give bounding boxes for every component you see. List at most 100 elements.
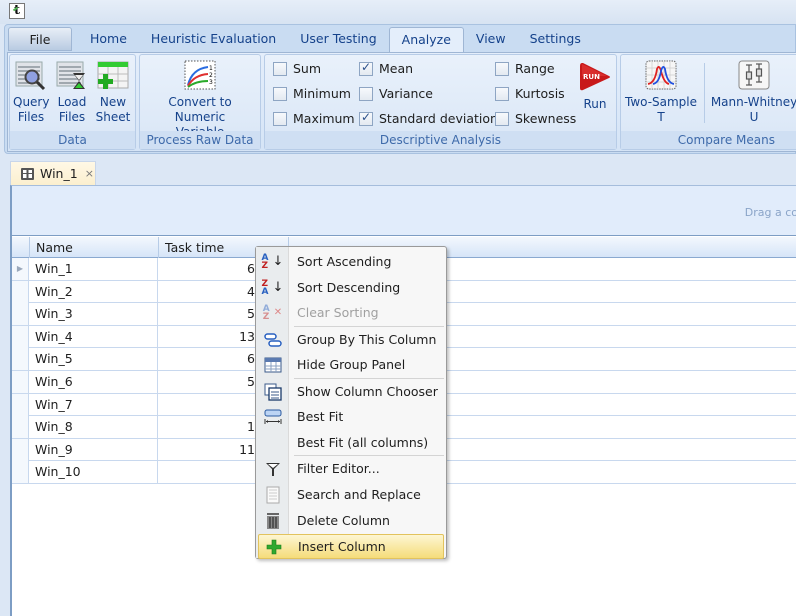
cell-task-time[interactable]: 6 <box>159 348 259 370</box>
checkbox-box[interactable] <box>495 111 509 126</box>
group-panel-icon <box>258 352 287 377</box>
cell-task-time[interactable]: 13 <box>159 326 259 348</box>
checkbox-maximum[interactable]: Maximum <box>273 111 355 126</box>
delete-column-icon <box>258 508 287 533</box>
cell-name[interactable]: Win_6 <box>30 371 158 393</box>
cell-name[interactable]: Win_5 <box>30 348 158 371</box>
load-files-button[interactable]: Load Files <box>54 59 90 125</box>
tab-home[interactable]: Home <box>78 27 139 51</box>
cell-task-time[interactable]: 1 <box>159 416 259 438</box>
document-tab-win-1[interactable]: Win_1 × <box>10 161 96 185</box>
tab-user-testing[interactable]: User Testing <box>288 27 388 51</box>
column-header-name[interactable]: Name <box>29 237 159 258</box>
cell-name[interactable]: Win_8 <box>30 416 158 439</box>
two-sample-t-button[interactable]: Two-Sample T <box>623 59 699 125</box>
row-indicator[interactable] <box>12 461 29 484</box>
tab-view[interactable]: View <box>464 27 518 51</box>
row-indicator[interactable] <box>12 348 29 371</box>
cell-task-time[interactable]: 11 <box>159 439 259 461</box>
row-indicator[interactable] <box>12 371 29 393</box>
row-indicator[interactable] <box>12 280 29 303</box>
group-divider <box>704 63 705 123</box>
cell-name[interactable]: Win_4 <box>30 325 158 348</box>
menu-item-sort-ascending[interactable]: A Z ↓ Sort Ascending <box>258 249 444 274</box>
menu-item-clear-sorting[interactable]: A Z ✕ Clear Sorting <box>258 300 444 325</box>
new-sheet-button[interactable]: New Sheet <box>94 59 132 125</box>
cell-name[interactable]: Win_10 <box>30 461 158 484</box>
query-files-button[interactable]: Query Files <box>13 59 49 125</box>
checkbox-box[interactable] <box>273 86 287 101</box>
menu-item-insert-column[interactable]: Insert Column <box>258 534 444 559</box>
cell-name[interactable]: Win_9 <box>30 438 158 461</box>
checkbox-box[interactable] <box>273 61 287 76</box>
menu-item-filter-editor[interactable]: Filter Editor... <box>258 456 444 481</box>
row-indicator[interactable]: ▶ <box>12 258 29 280</box>
tab-heuristic-evaluation[interactable]: Heuristic Evaluation <box>139 27 288 51</box>
menu-item-sort-descending[interactable]: Z A ↓ Sort Descending <box>258 275 444 300</box>
menu-item-delete-column[interactable]: Delete Column <box>258 508 444 533</box>
svg-text:1: 1 <box>209 65 213 72</box>
checkbox-standard-deviation[interactable]: Standard deviation <box>359 110 498 126</box>
menu-item-best-fit[interactable]: Best Fit <box>258 404 444 429</box>
tab-file[interactable]: File <box>8 27 72 51</box>
load-files-icon <box>56 59 88 91</box>
sort-descending-icon: Z A ↓ <box>261 278 284 297</box>
checkbox-minimum[interactable]: Minimum <box>273 86 351 101</box>
tab-analyze[interactable]: Analyze <box>388 27 464 53</box>
checkbox-mean[interactable]: Mean <box>359 60 413 76</box>
menu-item-show-column-chooser[interactable]: Show Column Chooser <box>258 379 444 404</box>
row-indicator[interactable] <box>12 416 29 439</box>
svg-text:2: 2 <box>209 72 213 79</box>
group-panel[interactable]: Drag a co <box>12 186 796 236</box>
row-indicator[interactable] <box>12 303 29 326</box>
checkbox-range[interactable]: Range <box>495 61 555 76</box>
group-compare-means: Two-Sample T Mann-Whitney U Compare Mean… <box>620 54 796 150</box>
cell-name[interactable]: Win_7 <box>30 393 158 416</box>
cell-name[interactable]: Win_3 <box>30 303 158 326</box>
new-sheet-icon <box>97 59 129 91</box>
row-indicator[interactable] <box>12 393 29 416</box>
ribbon-tabs: File Home Heuristic Evaluation User Test… <box>8 27 593 53</box>
convert-variable-icon: 1 2 3 <box>184 59 216 91</box>
mann-whitney-u-button[interactable]: Mann-Whitney U <box>709 59 796 125</box>
menu-item-search-and-replace[interactable]: Search and Replace <box>258 482 444 507</box>
cell-task-time[interactable] <box>159 394 259 416</box>
checkbox-kurtosis[interactable]: Kurtosis <box>495 86 565 101</box>
best-fit-icon <box>258 404 287 429</box>
svg-text:3: 3 <box>209 79 213 86</box>
checkbox-sum[interactable]: Sum <box>273 61 321 76</box>
tab-settings[interactable]: Settings <box>518 27 593 51</box>
cell-task-time[interactable]: 6 <box>159 258 259 280</box>
group-label-descriptive-analysis: Descriptive Analysis <box>265 131 616 149</box>
run-button[interactable]: RUN Run <box>577 61 613 112</box>
checkbox-box[interactable] <box>495 86 509 101</box>
cell-task-time[interactable]: 4 <box>159 281 259 303</box>
convert-to-numeric-button[interactable]: 1 2 3 Convert to Numeric Variable <box>142 59 258 140</box>
group-label-compare-means: Compare Means <box>621 131 796 149</box>
cell-name[interactable]: Win_2 <box>30 280 158 303</box>
clear-sorting-icon: A Z ✕ <box>262 303 283 322</box>
filter-icon <box>258 456 287 481</box>
checkbox-box[interactable] <box>359 86 373 101</box>
checkbox-box[interactable] <box>273 111 287 126</box>
cell-name[interactable]: Win_1 <box>30 258 158 280</box>
insert-column-icon <box>259 534 288 559</box>
group-panel-hint: Drag a co <box>744 206 796 219</box>
close-icon[interactable]: × <box>85 167 94 180</box>
checkbox-variance[interactable]: Variance <box>359 86 433 101</box>
checkbox-box[interactable] <box>359 110 373 126</box>
row-indicator[interactable] <box>12 325 29 348</box>
mann-whitney-icon <box>738 59 770 91</box>
checkbox-box[interactable] <box>359 60 373 76</box>
cell-task-time[interactable]: 5 <box>159 371 259 393</box>
menu-item-best-fit-all-columns[interactable]: Best Fit (all columns) <box>258 430 444 455</box>
checkbox-skewness[interactable]: Skewness <box>495 111 576 126</box>
checkbox-box[interactable] <box>495 61 509 76</box>
menu-item-hide-group-panel[interactable]: Hide Group Panel <box>258 352 444 377</box>
query-files-icon <box>15 59 47 91</box>
menu-item-group-by-column[interactable]: Group By This Column <box>258 327 444 352</box>
cell-task-time[interactable]: 5 <box>159 303 259 325</box>
row-indicator[interactable] <box>12 438 29 461</box>
title-bar: t <box>0 0 796 24</box>
cell-task-time[interactable] <box>159 461 259 483</box>
